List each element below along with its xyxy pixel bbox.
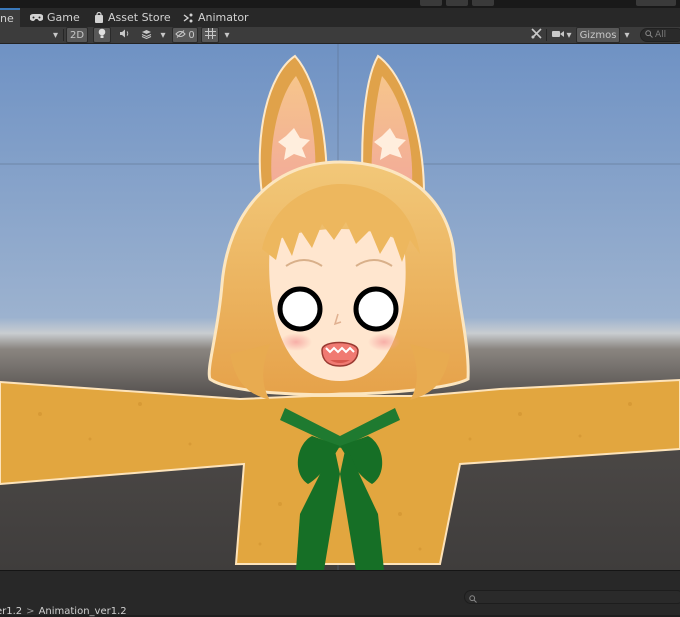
chevron-down-icon: ▾ xyxy=(624,29,630,41)
tools-icon xyxy=(530,28,542,42)
shopping-bag-icon xyxy=(94,12,104,23)
hidden-objects-toggle[interactable]: 0 xyxy=(172,27,198,43)
effects-toggle[interactable] xyxy=(137,27,155,43)
speaker-icon xyxy=(119,29,130,41)
hidden-count: 0 xyxy=(188,29,195,41)
project-search-input[interactable] xyxy=(464,590,680,604)
tab-asset-store-label: Asset Store xyxy=(108,11,171,24)
draw-mode-dropdown[interactable]: ▾ xyxy=(0,27,62,43)
gizmos-label: Gizmos xyxy=(579,29,617,41)
toolbar-divider xyxy=(546,29,547,41)
search-placeholder: All xyxy=(655,30,667,40)
window-tab-bar: ne Game Asset Store Animator xyxy=(0,8,680,28)
lightbulb-icon xyxy=(98,28,106,42)
breadcrumb: er1.2 > Animation_ver1.2 xyxy=(0,607,127,617)
lighting-toggle[interactable] xyxy=(93,27,111,43)
scene-view-viewport[interactable] xyxy=(0,44,680,570)
search-icon xyxy=(469,593,477,606)
gamepad-icon xyxy=(30,13,43,22)
animator-icon xyxy=(183,13,194,23)
account-button[interactable] xyxy=(636,0,676,6)
tab-animator[interactable]: Animator xyxy=(183,8,249,27)
scene-render xyxy=(0,44,680,570)
chevron-right-icon: > xyxy=(26,606,35,617)
tab-asset-store[interactable]: Asset Store xyxy=(94,8,171,27)
scene-search-input[interactable]: All xyxy=(640,28,680,42)
top-strip xyxy=(0,0,680,8)
toggle-2d-label: 2D xyxy=(69,29,85,41)
gizmos-dropdown[interactable]: ▾ xyxy=(621,27,633,43)
grid-icon xyxy=(204,28,216,42)
chevron-down-icon: ▾ xyxy=(160,29,166,41)
tab-game[interactable]: Game xyxy=(30,8,80,27)
breadcrumb-item[interactable]: er1.2 xyxy=(0,607,22,617)
bottom-panel: er1.2 > Animation_ver1.2 xyxy=(0,570,680,617)
play-button[interactable] xyxy=(420,0,442,6)
gizmos-button[interactable]: Gizmos xyxy=(576,27,620,43)
camera-settings-button[interactable]: ▾ xyxy=(549,27,575,43)
eye-slash-icon xyxy=(175,29,186,41)
step-button[interactable] xyxy=(472,0,494,6)
video-camera-icon xyxy=(552,30,565,41)
scene-tools-button[interactable] xyxy=(528,27,544,43)
right-cheek-blush xyxy=(368,333,400,351)
tab-animator-label: Animator xyxy=(198,11,249,24)
tab-scene[interactable]: ne xyxy=(0,8,20,27)
chevron-down-icon: ▾ xyxy=(566,29,572,41)
chevron-down-icon: ▾ xyxy=(224,29,230,41)
grid-toggle[interactable] xyxy=(201,27,219,43)
toolbar-divider xyxy=(63,29,64,41)
toggle-2d-button[interactable]: 2D xyxy=(66,27,88,43)
breadcrumb-item[interactable]: Animation_ver1.2 xyxy=(39,607,127,617)
chevron-down-icon: ▾ xyxy=(52,29,58,41)
left-cheek-blush xyxy=(280,333,312,351)
scene-toolbar: ▾ 2D ▾ 0 ▾ ▾ Gizmos ▾ All xyxy=(0,27,680,44)
pause-button[interactable] xyxy=(446,0,468,6)
search-icon xyxy=(645,29,653,41)
effects-dropdown[interactable]: ▾ xyxy=(157,27,169,43)
tab-scene-label: ne xyxy=(0,12,14,25)
audio-toggle[interactable] xyxy=(115,27,133,43)
effects-icon xyxy=(141,29,152,42)
grid-dropdown[interactable]: ▾ xyxy=(221,27,233,43)
tab-game-label: Game xyxy=(47,11,80,24)
